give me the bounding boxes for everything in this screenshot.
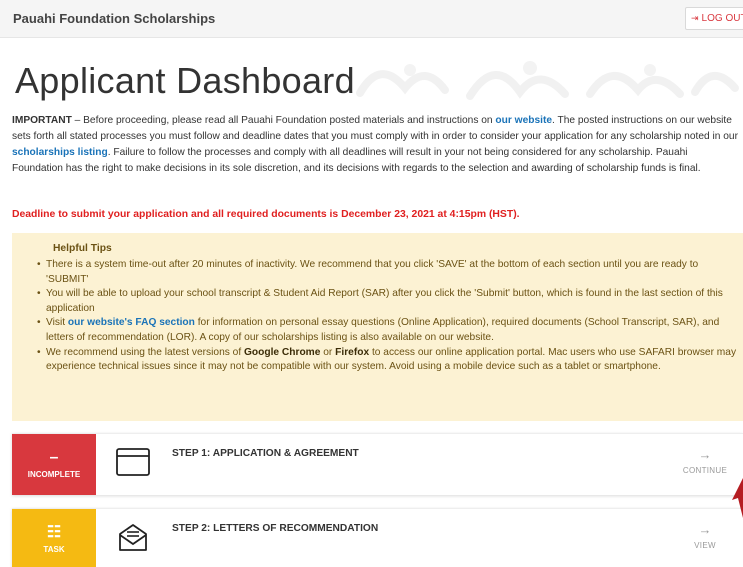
step-2-label: STEP 2: LETTERS OF RECOMMENDATION bbox=[172, 523, 379, 534]
view-label: VIEW bbox=[694, 541, 716, 550]
task-list-icon: ☷ bbox=[46, 524, 62, 541]
envelope-letter-icon bbox=[119, 524, 147, 551]
tip-text: We recommend using the latest versions o… bbox=[46, 346, 244, 358]
tip-item: There is a system time-out after 20 minu… bbox=[37, 258, 742, 287]
continue-button[interactable]: → CONTINUE bbox=[680, 447, 730, 476]
status-badge-task: ☷ TASK bbox=[12, 509, 96, 567]
arrow-right-icon: → bbox=[698, 447, 712, 462]
notice-text-1: – Before proceeding, please read all Pau… bbox=[71, 115, 496, 126]
view-button[interactable]: → VIEW bbox=[680, 522, 730, 551]
decorative-banner bbox=[356, 61, 739, 100]
continue-label: CONTINUE bbox=[682, 466, 728, 475]
chrome-text: Google Chrome bbox=[244, 346, 321, 358]
page-title: Applicant Dashboard bbox=[15, 60, 355, 101]
status-label: INCOMPLETE bbox=[27, 470, 81, 479]
logout-button[interactable]: ⇥ LOG OUT bbox=[685, 7, 743, 30]
website-link[interactable]: our website bbox=[495, 115, 552, 126]
top-navbar: Pauahi Foundation Scholarships ⇥ LOG OUT bbox=[0, 0, 743, 38]
tip-item: We recommend using the latest versions o… bbox=[37, 346, 742, 375]
brand-title[interactable]: Pauahi Foundation Scholarships bbox=[13, 11, 215, 26]
firefox-text: Firefox bbox=[335, 346, 370, 358]
status-badge-incomplete: – INCOMPLETE bbox=[12, 434, 96, 495]
tip-item: Visit our website's FAQ section for info… bbox=[37, 316, 742, 345]
faq-link[interactable]: our website's FAQ section bbox=[68, 317, 195, 328]
arrow-right-icon: → bbox=[698, 522, 712, 537]
step-1-card[interactable]: – INCOMPLETE STEP 1: APPLICATION & AGREE… bbox=[12, 433, 743, 495]
scholarships-listing-link[interactable]: scholarships listing bbox=[12, 147, 108, 158]
step-1-label: STEP 1: APPLICATION & AGREEMENT bbox=[172, 448, 359, 459]
step-2-card[interactable]: ☷ TASK STEP 2: LETTERS OF RECOMMENDATION… bbox=[12, 508, 743, 567]
tip-text: or bbox=[320, 346, 336, 358]
status-label: TASK bbox=[43, 545, 65, 554]
important-label: IMPORTANT bbox=[12, 115, 72, 126]
important-notice: IMPORTANT – Before proceeding, please re… bbox=[12, 113, 740, 177]
notice-text-3: . Failure to follow the processes and co… bbox=[12, 147, 701, 175]
helpful-tips-panel: Helpful Tips There is a system time-out … bbox=[12, 233, 743, 421]
deadline-notice: Deadline to submit your application and … bbox=[12, 209, 520, 220]
pointer-arrow-icon bbox=[732, 478, 743, 518]
tip-item: You will be able to upload your school t… bbox=[37, 287, 742, 316]
tip-text: Visit bbox=[46, 317, 68, 329]
tips-title: Helpful Tips bbox=[53, 243, 112, 254]
tips-list: There is a system time-out after 20 minu… bbox=[37, 258, 742, 375]
sign-out-icon: ⇥ bbox=[691, 13, 699, 23]
logout-label: LOG OUT bbox=[701, 13, 743, 24]
browser-window-icon bbox=[116, 448, 150, 476]
dash-icon: – bbox=[49, 449, 59, 466]
